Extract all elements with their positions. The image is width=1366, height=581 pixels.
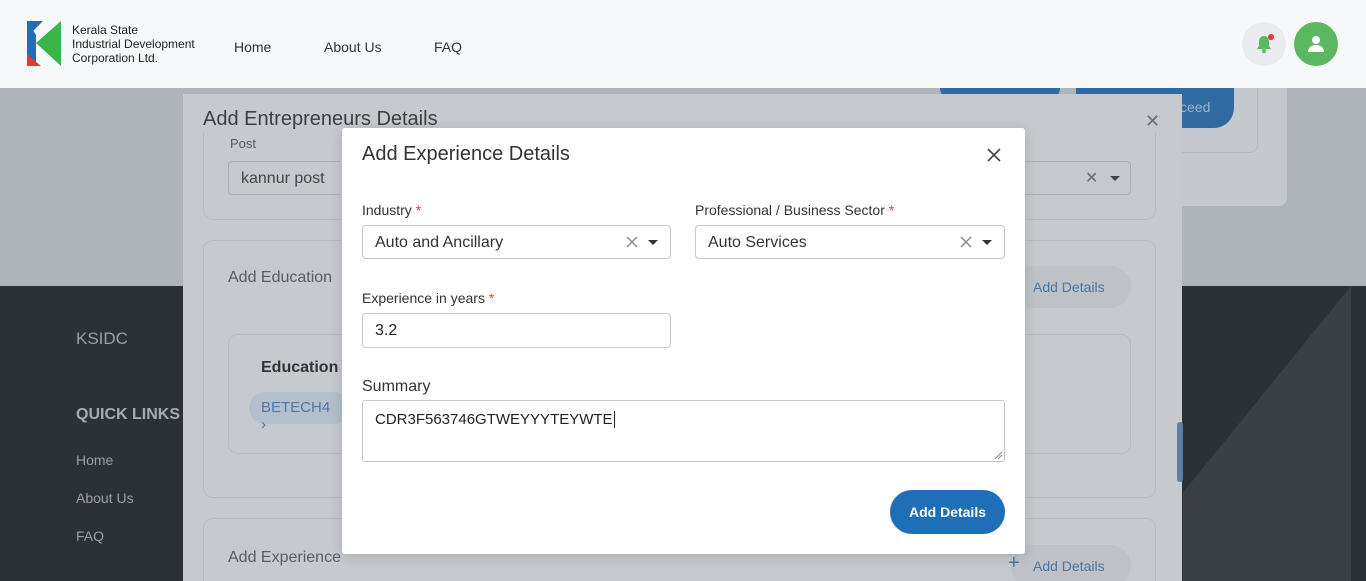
nav-home[interactable]: Home [234, 39, 271, 55]
clear-icon[interactable] [959, 235, 973, 249]
clear-icon: ✕ [1085, 170, 1099, 187]
industry-value: Auto and Ancillary [375, 234, 504, 251]
experience-years-label-text: Experience in years [362, 290, 485, 306]
notification-button[interactable] [1242, 22, 1286, 66]
footer-link-faq: FAQ [76, 528, 105, 544]
education-add-label: Add Details [1033, 279, 1105, 295]
modal-scrollbar[interactable] [1177, 422, 1183, 482]
brand-name: Kerala State Industrial Development Corp… [72, 23, 195, 65]
education-section-title: Add Education [228, 269, 333, 286]
user-icon [1308, 36, 1324, 52]
industry-label: Industry * [362, 202, 421, 218]
experience-add-button: + Add Details [1008, 545, 1131, 581]
sector-label-text: Professional / Business Sector [695, 202, 885, 218]
sector-value: Auto Services [708, 234, 807, 251]
required-mark: * [488, 290, 495, 306]
experience-years-input[interactable]: 3.2 [362, 313, 671, 348]
clear-icon[interactable] [625, 235, 639, 249]
ksidc-logo-icon[interactable] [27, 21, 61, 66]
post-region-select: ✕ [1025, 161, 1131, 195]
required-mark: * [888, 202, 895, 218]
industry-select[interactable]: Auto and Ancillary [362, 225, 671, 259]
experience-add-label: Add Details [1033, 558, 1105, 574]
industry-label-text: Industry [362, 202, 412, 218]
brand-line-3: Corporation Ltd. [72, 51, 159, 65]
nav-about-us[interactable]: About Us [324, 39, 382, 55]
experience-years-label: Experience in years * [362, 290, 494, 306]
nav-faq[interactable]: FAQ [434, 39, 462, 55]
chevron-down-icon [1110, 176, 1120, 181]
footer-quick-links-title: QUICK LINKS [76, 406, 180, 423]
add-details-button[interactable]: Add Details [890, 490, 1005, 534]
notification-dot [1268, 34, 1274, 40]
footer-link-home: Home [76, 452, 114, 468]
sector-label: Professional / Business Sector * [695, 202, 894, 218]
entrepreneurs-close-icon: ✕ [1145, 111, 1161, 131]
summary-label: Summary [362, 378, 431, 395]
plus-icon: + [1008, 552, 1020, 574]
footer-link-about-us: About Us [76, 490, 134, 506]
post-label: Post [230, 136, 257, 151]
profile-button[interactable] [1294, 22, 1338, 66]
summary-textarea[interactable]: CDR3F563746GTWEYYYTEYWTE [362, 400, 1005, 462]
education-chip-label: BETECH4 [261, 399, 331, 416]
experience-years-value: 3.2 [375, 322, 398, 339]
resize-handle-icon[interactable] [994, 451, 1002, 459]
post-input: kannur post [228, 161, 340, 195]
chevron-down-icon[interactable] [982, 240, 992, 245]
chevron-down-icon[interactable] [648, 240, 658, 245]
top-header: Kerala State Industrial Development Corp… [0, 0, 1366, 88]
footer-brand: KSIDC [76, 329, 128, 348]
sector-select[interactable]: Auto Services [695, 225, 1005, 259]
experience-section-title: Add Experience [228, 549, 341, 566]
brand-line-2: Industrial Development [72, 37, 195, 51]
experience-modal-title: Add Experience Details [362, 143, 570, 165]
education-heading: Education [261, 359, 339, 376]
experience-modal: Add Experience Details Industry * Auto a… [342, 128, 1025, 554]
education-chip: BETECH4 › [249, 392, 349, 433]
summary-value: CDR3F563746GTWEYYYTEYWTE [375, 411, 615, 428]
brand-line-1: Kerala State [72, 23, 139, 37]
education-add-button: Add Details [1011, 266, 1131, 308]
close-icon[interactable] [985, 146, 1003, 164]
required-mark: * [415, 202, 422, 218]
